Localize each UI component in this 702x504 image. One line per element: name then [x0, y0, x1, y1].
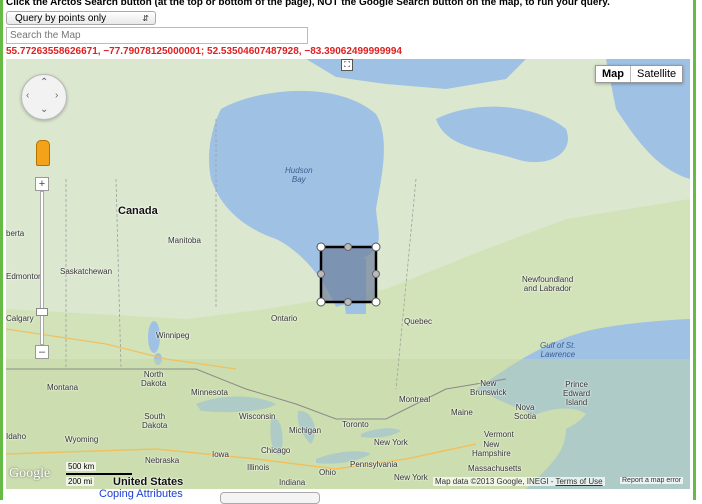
label-toronto: Toronto [342, 420, 369, 429]
footer: Coping Attributes [0, 488, 696, 504]
label-vermont: Vermont [484, 430, 514, 439]
label-pennsylvania: Pennsylvania [350, 460, 398, 469]
label-canada: Canada [118, 205, 158, 217]
zoom-slider-track[interactable] [40, 191, 44, 345]
selection-handle[interactable] [371, 297, 381, 307]
label-montana: Montana [47, 383, 79, 392]
pan-up-icon[interactable]: ⌃ [40, 77, 48, 88]
label-quebec: Quebec [404, 317, 433, 326]
label-wyoming: Wyoming [65, 435, 99, 444]
pan-down-icon[interactable]: ⌄ [40, 104, 48, 115]
map-scale: 500 km 200 mi [66, 462, 134, 488]
label-indiana: Indiana [279, 478, 306, 487]
report-map-error-link[interactable]: Report a map error [620, 477, 684, 484]
label-ohio: Ohio [319, 468, 336, 477]
label-alberta: berta [6, 229, 25, 238]
pan-right-icon[interactable]: › [55, 90, 58, 101]
footer-button[interactable] [220, 492, 320, 504]
scale-km: 500 km [66, 462, 97, 471]
map-type-map-button[interactable]: Map [596, 66, 631, 82]
label-idaho: Idaho [6, 432, 27, 441]
map-search-input[interactable] [6, 27, 308, 44]
selection-midpoint[interactable] [372, 270, 380, 278]
google-logo[interactable]: Google [9, 466, 50, 482]
label-hudson-bay: Hudson Bay [285, 166, 313, 184]
label-edmonton: Edmonton [6, 272, 43, 281]
label-south-dakota: South Dakota [142, 412, 168, 430]
label-wisconsin: Wisconsin [239, 412, 276, 421]
scale-mi: 200 mi [66, 477, 95, 486]
label-nova-scotia: Nova Scotia [514, 403, 537, 421]
street-view-pegman-icon[interactable] [36, 140, 50, 166]
label-minnesota: Minnesota [191, 388, 228, 397]
label-iowa: Iowa [212, 450, 229, 459]
selection-handle[interactable] [316, 297, 326, 307]
map-attribution: Map data ©2013 Google, INEGI - Terms of … [433, 477, 605, 486]
attribution-text: Map data ©2013 Google, INEGI - [435, 477, 556, 486]
query-type-select[interactable]: Query by points only ⇵ [6, 11, 156, 25]
pan-control[interactable]: ⌃ ⌄ ‹ › [21, 74, 67, 120]
label-new-york-state: New York [374, 438, 408, 447]
footer-link[interactable]: Coping Attributes [99, 488, 183, 500]
fullscreen-icon: ⛶ [344, 60, 350, 69]
label-chicago: Chicago [261, 446, 291, 455]
label-montreal: Montreal [399, 395, 431, 404]
scale-bar [66, 473, 132, 475]
label-new-york-city: New York [394, 473, 428, 482]
map-type-satellite-button[interactable]: Satellite [631, 66, 683, 82]
query-type-value: Query by points only [15, 13, 107, 24]
label-new-brunswick: New Brunswick [470, 379, 507, 397]
label-calgary: Calgary [6, 314, 34, 323]
label-illinois: Illinois [247, 463, 270, 472]
zoom-out-button[interactable]: – [35, 345, 49, 359]
label-new-hampshire: New Hampshire [472, 440, 511, 458]
zoom-slider-handle[interactable] [36, 308, 48, 316]
label-gulf-st-lawrence: Gulf of St. Lawrence [540, 341, 576, 359]
map-type-control: Map Satellite [595, 65, 684, 83]
label-massachusetts: Massachusetts [468, 464, 522, 473]
pan-left-icon[interactable]: ‹ [26, 90, 29, 101]
map-canvas[interactable]: Hudson Bay Canada berta Manitoba Saskatc… [6, 59, 690, 489]
label-ontario: Ontario [271, 314, 298, 323]
label-michigan: Michigan [289, 426, 322, 435]
selection-midpoint[interactable] [317, 270, 325, 278]
label-prince-edward-island: Prince Edward Island [563, 380, 591, 407]
selection-midpoint[interactable] [344, 243, 352, 251]
select-arrows-icon: ⇵ [142, 14, 149, 23]
label-winnipeg: Winnipeg [156, 331, 190, 340]
label-nebraska: Nebraska [145, 456, 180, 465]
label-saskatchewan: Saskatchewan [60, 267, 113, 276]
selection-rectangle[interactable] [319, 245, 378, 304]
instructions-text: Click the Arctos Search button (at the t… [6, 0, 610, 8]
label-newfoundland: Newfoundland and Labrador [522, 275, 574, 293]
label-maine: Maine [451, 408, 473, 417]
selection-midpoint[interactable] [344, 298, 352, 306]
label-manitoba: Manitoba [168, 236, 201, 245]
selection-handle[interactable] [371, 242, 381, 252]
fullscreen-button[interactable]: ⛶ [341, 59, 353, 71]
selection-coordinates: 55.77263558626671, −77.79078125000001; 5… [6, 46, 402, 57]
terms-of-use-link[interactable]: Terms of Use [555, 477, 602, 486]
zoom-in-button[interactable]: + [35, 177, 49, 191]
label-north-dakota: North Dakota [141, 370, 167, 388]
selection-handle[interactable] [316, 242, 326, 252]
